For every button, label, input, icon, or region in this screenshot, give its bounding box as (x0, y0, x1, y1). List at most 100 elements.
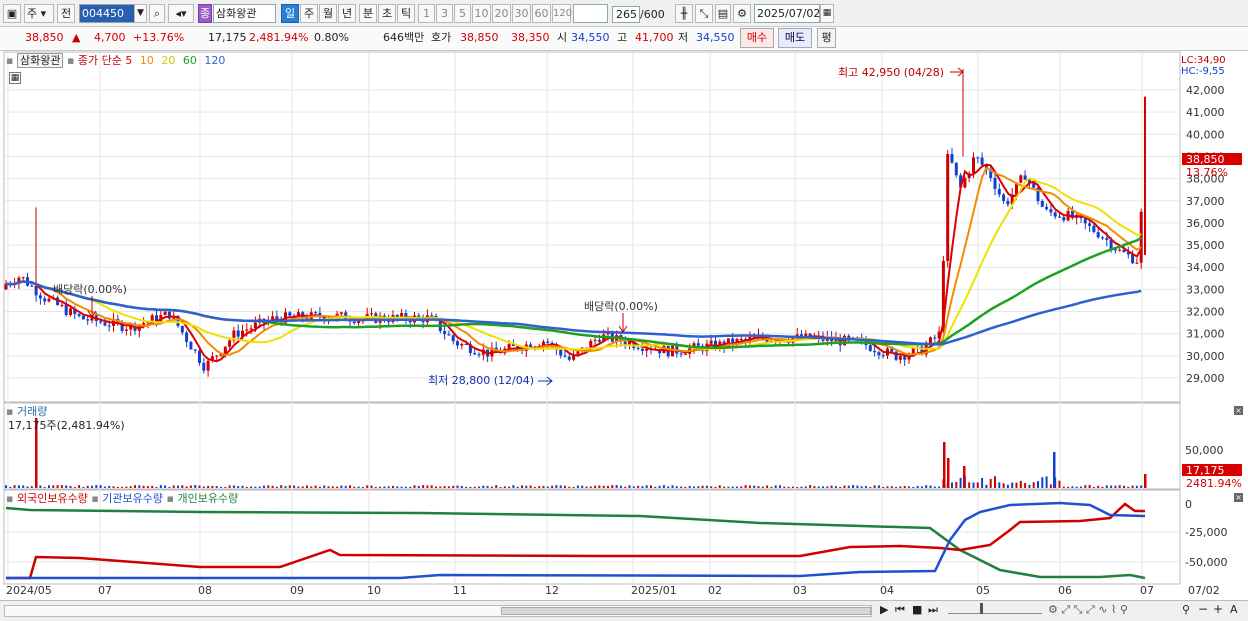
buy-button[interactable]: 매수 (740, 28, 774, 48)
first-page-icon[interactable]: ⏮ (895, 603, 905, 617)
code-dropdown-icon[interactable]: ▼ (134, 4, 147, 23)
interval-5-button[interactable]: 5 (454, 4, 471, 23)
speaker-icon[interactable]: ◂▾ (168, 4, 194, 23)
candle-icon[interactable]: ╫ (675, 4, 693, 23)
price-tick-label: 35,000 (1186, 239, 1225, 252)
period-week-button[interactable]: 주 (300, 4, 318, 23)
interval-1-button[interactable]: 1 (418, 4, 435, 23)
volume-legend: ▪ 거래량 (6, 405, 47, 418)
gear-icon[interactable]: ⚙ (733, 4, 751, 23)
volume-bar (667, 486, 670, 488)
stop-icon[interactable]: ■ (912, 603, 922, 616)
volume-bar (632, 486, 635, 488)
bar-count-input[interactable]: 265 (612, 6, 640, 23)
market-label: 주 (27, 7, 38, 20)
zoom-slider-handle[interactable] (980, 603, 983, 614)
interval-10-button[interactable]: 10 (472, 4, 491, 23)
volume-title[interactable]: 거래량 (17, 405, 47, 418)
toolbox-icons[interactable]: ⚙ ⤢ ⤡ ⤢ ∿ ⌇ ⚲ (1048, 603, 1128, 617)
table-toggle-icon[interactable]: ▦ (9, 72, 21, 84)
volume-bar (189, 485, 192, 488)
minus-icon[interactable]: − (1198, 602, 1208, 616)
zoom-slider[interactable] (948, 603, 1042, 614)
candle-body (189, 341, 193, 350)
volume-bar (207, 485, 210, 488)
stock-chart[interactable]: 42,00041,00040,00039,00038,00037,00036,0… (0, 51, 1248, 600)
prev-button[interactable]: 전 (57, 4, 75, 23)
volume-bar (585, 486, 588, 488)
volume-bar (1105, 485, 1108, 488)
stock-code-input[interactable]: 004450 (79, 4, 135, 23)
period-day-button[interactable]: 일 (281, 4, 299, 23)
close-volume-icon[interactable]: × (1234, 406, 1243, 415)
volume-bar (744, 485, 747, 488)
plus-icon[interactable]: + (1213, 602, 1223, 616)
legend-ma20: 20 (161, 54, 176, 67)
legend-stock-name[interactable]: 삼화왕관 (16, 53, 64, 68)
candle-body (180, 325, 184, 333)
volume-bar (151, 485, 154, 488)
candle-body (124, 329, 128, 331)
volume-bar (48, 485, 50, 488)
volume-bar (91, 485, 93, 488)
period-month-button[interactable]: 월 (319, 4, 337, 23)
volume-bar (727, 486, 730, 488)
legend-individual[interactable]: 개인보유수량 (177, 492, 238, 505)
volume-bar (370, 485, 373, 488)
date-input[interactable]: 2025/07/02 (754, 4, 820, 23)
volume-bar (56, 485, 59, 488)
stock-name-field[interactable]: 삼화왕관 (213, 4, 276, 23)
search-icon[interactable]: ⌕ (149, 4, 165, 23)
eval-button[interactable]: 평 (817, 28, 836, 48)
interval-20-button[interactable]: 20 (492, 4, 511, 23)
volume-bar (834, 486, 837, 488)
auto-scale-icon[interactable]: A (1230, 603, 1238, 616)
period-tick-button[interactable]: 틱 (397, 4, 415, 23)
volume-bar (972, 482, 975, 488)
period-year-button[interactable]: 년 (338, 4, 356, 23)
volume-bar (138, 485, 141, 488)
legend-ma-label[interactable]: 종가 단순 (78, 54, 122, 67)
interval-30-button[interactable]: 30 (512, 4, 531, 23)
calendar-icon[interactable]: ▦ (820, 4, 834, 23)
sell-button[interactable]: 매도 (778, 28, 812, 48)
candle-body (142, 323, 146, 325)
legend-marker-icon: ▪ (91, 492, 99, 505)
scrollbar-track[interactable] (4, 605, 872, 617)
volume-bar (1080, 486, 1082, 488)
volume-bar (482, 485, 485, 488)
scrollbar-thumb[interactable] (501, 607, 871, 615)
volume-bar (164, 485, 167, 488)
custom-interval-input[interactable] (573, 4, 608, 23)
layout-icon[interactable]: ▣ (3, 4, 21, 23)
volume-bar (925, 485, 928, 488)
volume-bar (916, 485, 919, 488)
volume-bar (314, 485, 317, 488)
candle-body (1023, 175, 1027, 180)
draw-tool-icon[interactable]: ⤡ (695, 4, 713, 23)
legend-foreign[interactable]: 외국인보유수량 (17, 492, 88, 505)
date-tick-label: 05 (976, 584, 990, 597)
volume-bar (800, 486, 803, 488)
volume-bar (783, 486, 786, 488)
volume-bar (456, 485, 459, 488)
last-page-icon[interactable]: ⏭ (928, 603, 938, 617)
candle-body (1006, 200, 1010, 205)
zoom-out-icon[interactable]: ⚲ (1182, 603, 1190, 616)
legend-institution[interactable]: 기관보유수량 (102, 492, 163, 505)
volume-bar (589, 486, 592, 488)
volume-bar (701, 485, 704, 488)
period-second-button[interactable]: 초 (378, 4, 396, 23)
save-icon[interactable]: ▤ (715, 4, 731, 23)
ask-price: 38,850 (460, 31, 499, 44)
close-holder-icon[interactable]: × (1234, 493, 1243, 502)
interval-120-button[interactable]: 120 (552, 4, 572, 23)
period-minute-button[interactable]: 분 (359, 4, 377, 23)
scroll-right-icon[interactable]: ▶ (880, 603, 888, 616)
market-select[interactable]: 주 ▾ (24, 4, 54, 23)
trade-amount: 646백만 (383, 31, 425, 44)
interval-3-button[interactable]: 3 (436, 4, 453, 23)
interval-60-button[interactable]: 60 (532, 4, 551, 23)
candle-body (873, 350, 877, 353)
volume-bar (869, 486, 872, 488)
